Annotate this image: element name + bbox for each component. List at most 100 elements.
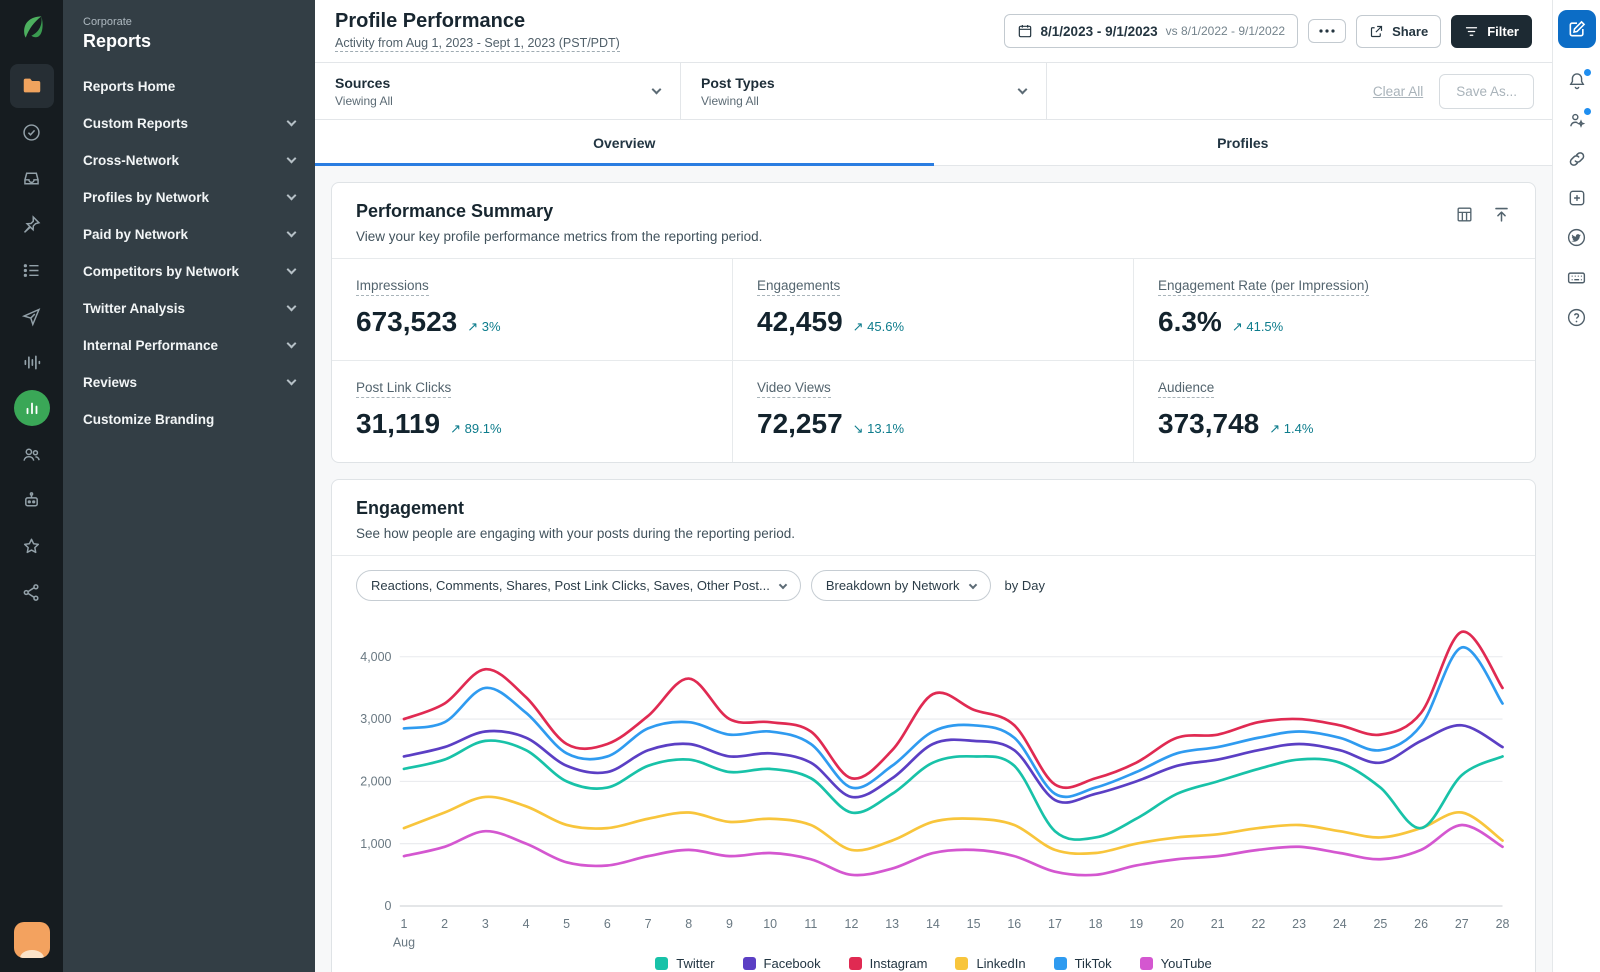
- metric-label[interactable]: Engagements: [757, 278, 841, 296]
- chevron-down-icon: [286, 190, 297, 201]
- performance-summary-card: Performance Summary View your key profil…: [331, 182, 1536, 463]
- date-range-button[interactable]: 8/1/2023 - 9/1/2023 vs 8/1/2022 - 9/1/20…: [1003, 14, 1299, 48]
- sidebar-item-reviews[interactable]: Reviews: [63, 364, 315, 401]
- breakdown-dropdown[interactable]: Breakdown by Network: [810, 570, 991, 601]
- listening-icon[interactable]: [10, 340, 54, 384]
- series-line-tiktok: [402, 646, 1504, 799]
- notifications-bell-icon[interactable]: [1567, 69, 1591, 91]
- audience-icon[interactable]: [10, 432, 54, 476]
- metric-value-row: 72,257 ↘ 13.1%: [757, 408, 1109, 440]
- sidebar-item-profiles-by-network[interactable]: Profiles by Network: [63, 179, 315, 216]
- metric-value-row: 6.3% ↗ 41.5%: [1158, 306, 1511, 338]
- engagement-titles: Engagement See how people are engaging w…: [356, 498, 795, 541]
- legend-item-linkedin[interactable]: LinkedIn: [955, 956, 1026, 971]
- post-types-label: Post Types: [701, 74, 775, 91]
- metric-change: ↗ 41.5%: [1232, 319, 1283, 335]
- keyboard-shortcuts-icon[interactable]: [1566, 267, 1587, 288]
- influencers-icon[interactable]: [10, 524, 54, 568]
- calendar-icon: [1017, 23, 1033, 39]
- asset-library-icon[interactable]: [10, 248, 54, 292]
- legend-item-facebook[interactable]: Facebook: [742, 956, 821, 971]
- user-avatar[interactable]: [13, 922, 50, 958]
- trend-arrow-icon: ↗: [1269, 421, 1281, 436]
- inbox-icon[interactable]: [10, 156, 54, 200]
- legend-item-instagram[interactable]: Instagram: [848, 956, 927, 971]
- metric-label[interactable]: Impressions: [356, 278, 429, 296]
- legend-item-tiktok[interactable]: TikTok: [1053, 956, 1112, 971]
- metric-change: ↗ 89.1%: [450, 421, 501, 437]
- metric-video-views: Video Views 72,257 ↘ 13.1%: [733, 361, 1134, 462]
- more-options-button[interactable]: [1308, 19, 1347, 43]
- pin-icon[interactable]: [10, 202, 54, 246]
- filter-bar-actions: Clear All Save As...: [1355, 63, 1552, 119]
- clear-all-link[interactable]: Clear All: [1373, 84, 1423, 99]
- metric-change-value: 45.6%: [867, 319, 905, 334]
- report-activity-range[interactable]: Activity from Aug 1, 2023 - Sept 1, 2023…: [335, 36, 620, 52]
- metric-value: 42,459: [757, 306, 843, 337]
- metric-value-row: 31,119 ↗ 89.1%: [356, 408, 708, 440]
- sidebar-item-label: Twitter Analysis: [83, 301, 186, 316]
- share-button[interactable]: Share: [1356, 14, 1442, 48]
- link-icon[interactable]: [1567, 149, 1587, 169]
- twitter-bird-icon[interactable]: [1566, 227, 1587, 248]
- sidebar-item-label: Customize Branding: [83, 412, 215, 427]
- metric-change: ↗ 1.4%: [1269, 421, 1313, 437]
- legend-item-twitter[interactable]: Twitter: [655, 956, 715, 971]
- filter-button[interactable]: Filter: [1451, 14, 1532, 48]
- sidebar-item-reports-home[interactable]: Reports Home: [63, 68, 315, 105]
- sidebar-item-internal-performance[interactable]: Internal Performance: [63, 327, 315, 364]
- series-line-linkedin: [402, 795, 1504, 856]
- post-types-dropdown[interactable]: Post Types Viewing All: [681, 63, 1047, 119]
- collapse-export-icon[interactable]: [1492, 205, 1511, 229]
- series-line-instagram: [402, 630, 1504, 790]
- y-tick-label: 4,000: [360, 650, 391, 664]
- sources-dropdown-text: Sources Viewing All: [335, 75, 393, 108]
- compose-button[interactable]: [1557, 10, 1596, 48]
- report-content: Performance Summary View your key profil…: [315, 166, 1552, 972]
- automation-icon[interactable]: [10, 478, 54, 522]
- integrations-icon[interactable]: [10, 570, 54, 614]
- x-tick-label: 14: [926, 917, 940, 931]
- sidebar-item-customize-branding[interactable]: Customize Branding: [63, 401, 315, 438]
- legend-item-youtube[interactable]: YouTube: [1139, 956, 1212, 971]
- metric-value: 373,748: [1158, 408, 1260, 439]
- metric-label[interactable]: Video Views: [757, 380, 831, 398]
- sources-dropdown[interactable]: Sources Viewing All: [315, 63, 681, 119]
- sidebar-item-twitter-analysis[interactable]: Twitter Analysis: [63, 290, 315, 327]
- reports-icon[interactable]: [10, 386, 54, 430]
- metric-change: ↗ 3%: [467, 319, 500, 335]
- metric-label[interactable]: Audience: [1158, 380, 1215, 398]
- publishing-icon[interactable]: [10, 294, 54, 338]
- x-tick-label: 6: [604, 917, 611, 931]
- x-tick-label: 12: [845, 917, 859, 931]
- sprout-logo[interactable]: [17, 12, 47, 47]
- engagement-assistant-icon[interactable]: [1567, 108, 1591, 130]
- x-tick-label: 5: [563, 917, 570, 931]
- metric-label[interactable]: Engagement Rate (per Impression): [1158, 278, 1369, 296]
- folders-icon[interactable]: [9, 64, 54, 108]
- save-as-button[interactable]: Save As...: [1439, 73, 1534, 109]
- x-tick-label: 1: [400, 917, 407, 931]
- metric-change: ↗ 45.6%: [853, 319, 904, 335]
- sidebar-item-cross-network[interactable]: Cross-Network: [63, 142, 315, 179]
- chevron-down-icon: [286, 338, 297, 349]
- create-new-icon[interactable]: [1567, 188, 1587, 208]
- metric-label[interactable]: Post Link Clicks: [356, 380, 452, 398]
- post-types-value: Viewing All: [701, 93, 759, 108]
- engagement-metrics-dropdown[interactable]: Reactions, Comments, Shares, Post Link C…: [356, 570, 801, 601]
- chevron-down-icon: [286, 116, 297, 127]
- sidebar-item-paid-by-network[interactable]: Paid by Network: [63, 216, 315, 253]
- sidebar-item-label: Profiles by Network: [83, 190, 210, 205]
- sidebar-item-competitors-by-network[interactable]: Competitors by Network: [63, 253, 315, 290]
- metric-value: 673,523: [356, 306, 458, 337]
- right-icon-rail: [1552, 0, 1600, 972]
- tasks-icon[interactable]: [10, 110, 54, 154]
- tab-overview[interactable]: Overview: [315, 120, 934, 166]
- help-icon[interactable]: [1566, 307, 1587, 328]
- tab-profiles[interactable]: Profiles: [934, 120, 1553, 165]
- sidebar-item-custom-reports[interactable]: Custom Reports: [63, 105, 315, 142]
- y-tick-label: 0: [385, 899, 392, 913]
- table-view-icon[interactable]: [1455, 205, 1474, 229]
- x-tick-label: 3: [482, 917, 489, 931]
- chevron-down-icon: [286, 227, 297, 238]
